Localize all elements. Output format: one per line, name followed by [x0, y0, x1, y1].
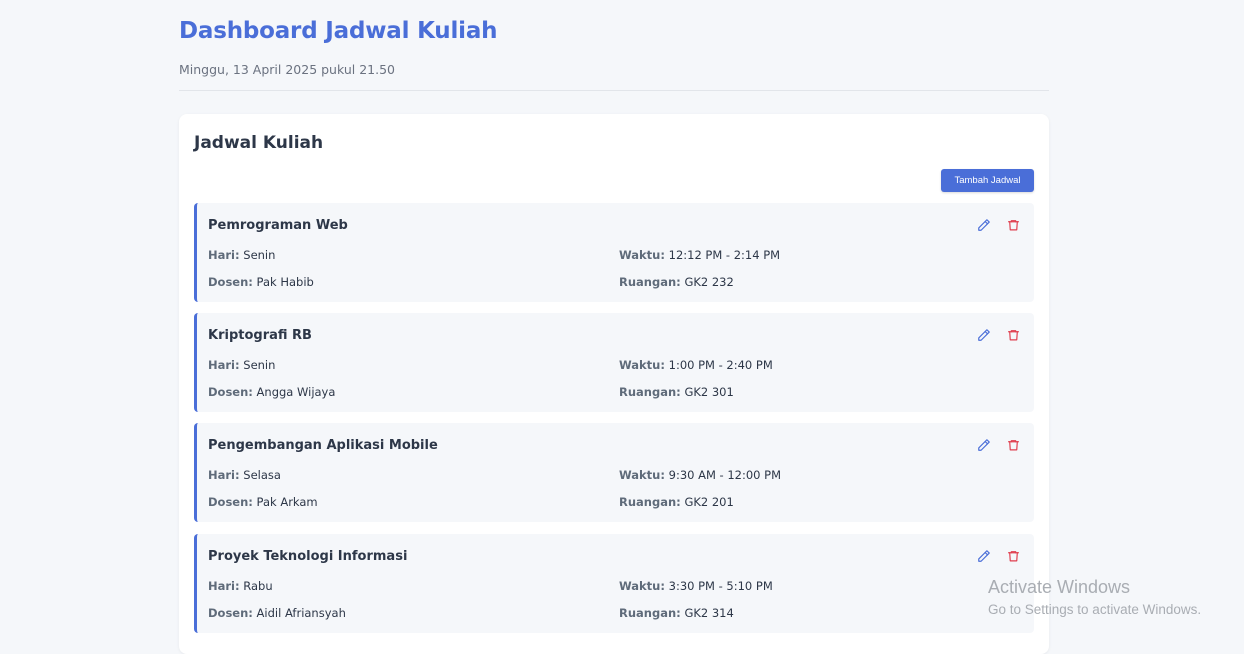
edit-button[interactable]	[976, 327, 992, 343]
add-schedule-button[interactable]: Tambah Jadwal	[941, 169, 1034, 192]
schedule-item: Pemrograman Web Hari: Senin Dosen: Pak H…	[194, 203, 1034, 302]
course-name: Pemrograman Web	[208, 218, 348, 233]
day-field: Hari: Rabu	[208, 579, 273, 593]
pencil-icon	[978, 439, 990, 451]
time-value: 3:30 PM - 5:10 PM	[668, 579, 773, 593]
time-label: Waktu:	[619, 468, 665, 482]
pencil-icon	[978, 219, 990, 231]
schedule-title: Jadwal Kuliah	[194, 133, 324, 153]
day-value: Rabu	[243, 579, 273, 593]
time-field: Waktu: 3:30 PM - 5:10 PM	[619, 579, 773, 593]
room-value: GK2 301	[684, 385, 734, 399]
course-name: Pengembangan Aplikasi Mobile	[208, 438, 438, 453]
edit-button[interactable]	[976, 437, 992, 453]
room-field: Ruangan: GK2 314	[619, 606, 734, 620]
activate-windows-subtitle: Go to Settings to activate Windows.	[988, 602, 1202, 617]
time-value: 9:30 AM - 12:00 PM	[668, 468, 782, 482]
time-field: Waktu: 1:00 PM - 2:40 PM	[619, 358, 773, 372]
time-value: 1:00 PM - 2:40 PM	[668, 358, 773, 372]
room-label: Ruangan:	[619, 495, 681, 509]
lecturer-value: Pak Arkam	[256, 495, 318, 509]
pencil-icon	[978, 550, 990, 562]
lecturer-field: Dosen: Angga Wijaya	[208, 385, 335, 399]
delete-button[interactable]	[1005, 437, 1021, 453]
trash-icon	[1007, 330, 1019, 341]
lecturer-label: Dosen:	[208, 385, 253, 399]
day-field: Hari: Senin	[208, 248, 275, 262]
lecturer-value: Aidil Afriansyah	[256, 606, 346, 620]
day-label: Hari:	[208, 579, 240, 593]
day-value: Senin	[243, 358, 276, 372]
day-value: Senin	[243, 248, 276, 262]
time-label: Waktu:	[619, 358, 665, 372]
room-label: Ruangan:	[619, 606, 681, 620]
day-label: Hari:	[208, 248, 240, 262]
delete-button[interactable]	[1005, 327, 1021, 343]
page-title: Dashboard Jadwal Kuliah	[179, 18, 498, 44]
trash-icon	[1007, 551, 1019, 562]
room-label: Ruangan:	[619, 275, 681, 289]
lecturer-label: Dosen:	[208, 606, 253, 620]
time-label: Waktu:	[619, 248, 665, 262]
day-label: Hari:	[208, 358, 240, 372]
lecturer-field: Dosen: Pak Habib	[208, 275, 314, 289]
pencil-icon	[978, 329, 990, 341]
schedule-item: Pengembangan Aplikasi Mobile Hari: Selas…	[194, 423, 1034, 522]
trash-icon	[1007, 220, 1019, 231]
lecturer-label: Dosen:	[208, 495, 253, 509]
current-datetime: Minggu, 13 April 2025 pukul 21.50	[179, 62, 395, 77]
room-value: GK2 314	[684, 606, 734, 620]
day-field: Hari: Senin	[208, 358, 275, 372]
activate-windows-title: Activate Windows	[988, 577, 1131, 597]
day-label: Hari:	[208, 468, 240, 482]
lecturer-value: Pak Habib	[256, 275, 314, 289]
lecturer-field: Dosen: Aidil Afriansyah	[208, 606, 346, 620]
header-divider	[179, 90, 1049, 91]
edit-button[interactable]	[976, 217, 992, 233]
room-field: Ruangan: GK2 201	[619, 495, 734, 509]
trash-icon	[1007, 440, 1019, 451]
time-field: Waktu: 9:30 AM - 12:00 PM	[619, 468, 781, 482]
lecturer-label: Dosen:	[208, 275, 253, 289]
day-value: Selasa	[243, 468, 281, 482]
day-field: Hari: Selasa	[208, 468, 281, 482]
schedule-item: Kriptografi RB Hari: Senin Dosen: Angga …	[194, 313, 1034, 412]
time-value: 12:12 PM - 2:14 PM	[668, 248, 781, 262]
lecturer-value: Angga Wijaya	[256, 385, 336, 399]
course-name: Proyek Teknologi Informasi	[208, 549, 408, 564]
delete-button[interactable]	[1005, 217, 1021, 233]
time-label: Waktu:	[619, 579, 665, 593]
room-label: Ruangan:	[619, 385, 681, 399]
delete-button[interactable]	[1005, 548, 1021, 564]
course-name: Kriptografi RB	[208, 328, 312, 343]
room-value: GK2 232	[684, 275, 734, 289]
time-field: Waktu: 12:12 PM - 2:14 PM	[619, 248, 780, 262]
room-field: Ruangan: GK2 301	[619, 385, 734, 399]
lecturer-field: Dosen: Pak Arkam	[208, 495, 318, 509]
room-value: GK2 201	[684, 495, 734, 509]
schedule-item: Proyek Teknologi Informasi Hari: Rabu Do…	[194, 534, 1034, 633]
edit-button[interactable]	[976, 548, 992, 564]
room-field: Ruangan: GK2 232	[619, 275, 734, 289]
